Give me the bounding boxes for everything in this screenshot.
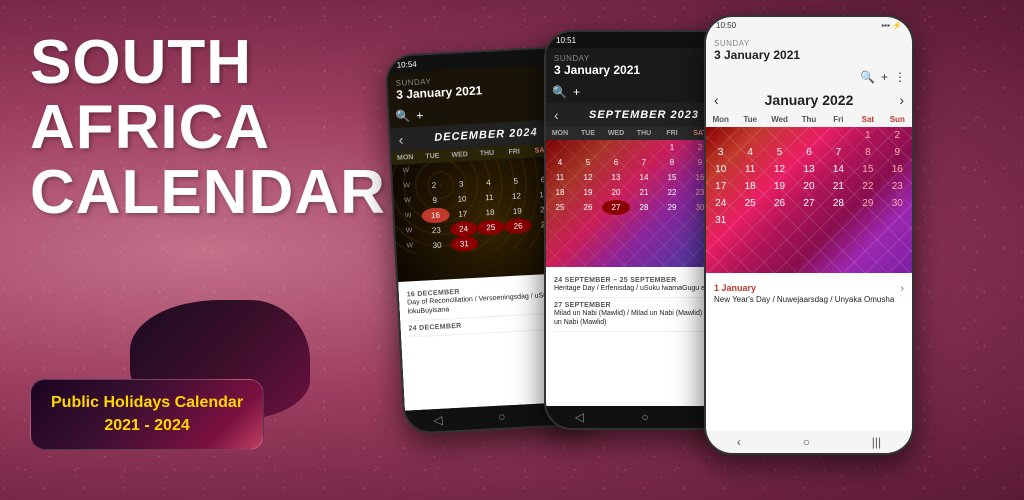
nav-home-3[interactable]: ○ bbox=[803, 435, 810, 449]
subtitle-container: Public Holidays Calendar 2021 - 2024 bbox=[30, 379, 264, 450]
nav-bar-3: 🔍 + ⋮ bbox=[706, 66, 912, 88]
app-title: SOUTH AFRICA CALENDAR bbox=[30, 30, 386, 225]
days-header-3: Mon Tue Wed Thu Fri Sat Sun bbox=[706, 112, 912, 127]
add-icon-2[interactable]: + bbox=[573, 85, 580, 99]
bottom-nav-3: ‹ ○ ||| bbox=[706, 431, 912, 453]
nav-home-1[interactable]: ○ bbox=[498, 410, 506, 424]
subtitle: Public Holidays Calendar 2021 - 2024 bbox=[51, 392, 243, 437]
status-bar-3: 10:50 ▪▪▪ ⚡ bbox=[706, 17, 912, 33]
nav-home-2[interactable]: ○ bbox=[641, 410, 648, 424]
prev-month-1[interactable]: ‹ bbox=[398, 131, 404, 147]
nav-recents-3[interactable]: ||| bbox=[872, 435, 881, 449]
event-item-3: 1 January New Year's Day / Nuwejaarsdag … bbox=[714, 279, 904, 309]
add-icon-3[interactable]: + bbox=[881, 70, 888, 84]
prev-month-3[interactable]: ‹ bbox=[714, 92, 719, 108]
phones-container: 10:54 ▪▪▪ SUNDAY 3 January 2021 🔍 + ‹ bbox=[344, 0, 1024, 500]
search-icon-3[interactable]: 🔍 bbox=[860, 70, 875, 84]
nav-back-1[interactable]: ◁ bbox=[433, 413, 443, 427]
phone-january-2022: 10:50 ▪▪▪ ⚡ Sunday 3 January 2021 🔍 + ⋮ … bbox=[704, 15, 914, 455]
add-icon-1[interactable]: + bbox=[416, 108, 424, 122]
left-section: SOUTH AFRICA CALENDAR bbox=[30, 30, 386, 225]
nav-back-3[interactable]: ‹ bbox=[737, 435, 741, 449]
search-icon-1[interactable]: 🔍 bbox=[395, 109, 411, 124]
menu-icon-3[interactable]: ⋮ bbox=[894, 70, 906, 84]
search-icon-2[interactable]: 🔍 bbox=[552, 85, 567, 99]
cal-grid-3: 1 2 3 4 5 6 7 8 9 10 11 12 13 14 15 16 bbox=[706, 127, 912, 273]
month-nav-3: ‹ January 2022 › bbox=[706, 88, 912, 112]
prev-month-2[interactable]: ‹ bbox=[554, 107, 559, 123]
nav-back-2[interactable]: ◁ bbox=[575, 410, 584, 424]
cal-header-3: Sunday 3 January 2021 bbox=[706, 33, 912, 66]
next-month-3[interactable]: › bbox=[899, 92, 904, 108]
event-arrow-3[interactable]: › bbox=[901, 283, 904, 294]
event-list-3: 1 January New Year's Day / Nuwejaarsdag … bbox=[706, 273, 912, 431]
